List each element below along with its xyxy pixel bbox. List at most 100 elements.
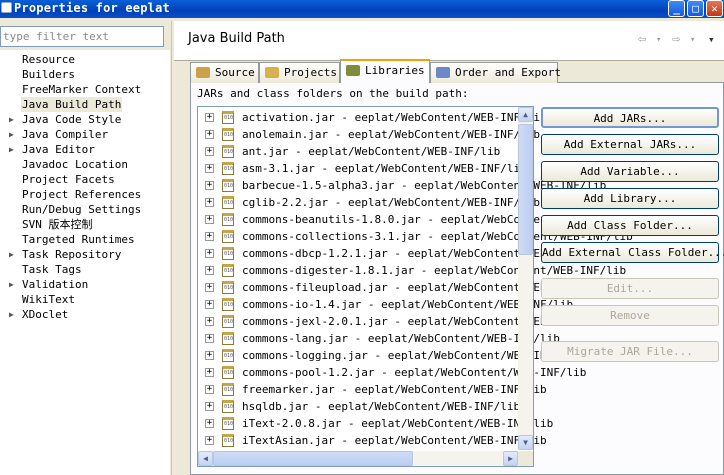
expand-arrow-icon[interactable]: ▶ [9,251,16,259]
jar-list-item[interactable]: +010 commons-lang.jar - eeplat/WebContent… [198,330,560,347]
jar-list-item[interactable]: +010 hsqldb.jar - eeplat/WebContent/WEB-I… [198,398,520,415]
jar-list-item[interactable]: +010 freemarker.jar - eeplat/WebContent/W… [198,381,547,398]
jar-list-item[interactable]: +010 commons-io-1.4.jar - eeplat/WebConte… [198,296,573,313]
jar-path-label: commons-lang.jar - eeplat/WebContent/WEB… [242,332,560,345]
jar-list-item[interactable]: +010 commons-dbcp-1.2.1.jar - eeplat/WebC… [198,245,600,262]
jar-icon: 010 [222,417,234,430]
forward-arrow-icon[interactable]: ⇨ [672,31,680,47]
expand-plus-icon[interactable]: + [205,436,214,445]
expand-plus-icon[interactable]: + [205,385,214,394]
tree-item-label: FreeMarker Context [22,83,142,96]
add-external-jars-button[interactable]: Add External JARs... [541,134,719,155]
jar-list-item[interactable]: +010 iTextAsian.jar - eeplat/WebContent/W… [198,432,547,449]
expand-plus-icon[interactable]: + [205,300,214,309]
filter-input[interactable]: type filter text [0,26,164,47]
jar-list-item[interactable]: +010 anolemain.jar - eeplat/WebContent/WE… [198,126,540,143]
jar-icon: 010 [222,247,234,260]
expand-plus-icon[interactable]: + [205,317,214,326]
tree-item-label: Java Build Path [21,97,123,112]
tab-projects[interactable]: Projects [259,62,340,83]
jar-path-label: commons-pool-1.2.jar - eeplat/WebContent… [242,366,587,379]
tab-libraries[interactable]: Libraries [340,59,430,83]
horizontal-scroll-thumb[interactable] [213,451,413,466]
expand-plus-icon[interactable]: + [205,368,214,377]
expand-plus-icon[interactable]: + [205,215,214,224]
add-variable-button[interactable]: Add Variable... [541,161,719,182]
maximize-icon[interactable]: □ [687,0,704,17]
tab-source[interactable]: Source [190,62,259,83]
tree-item-label: Javadoc Location [22,158,128,171]
jar-icon: 010 [222,179,234,192]
tree-item-label: Java Editor [22,143,95,156]
jar-icon: 010 [222,111,234,124]
libraries-label: JARs and class folders on the build path… [197,87,469,100]
expand-plus-icon[interactable]: + [205,113,214,122]
jar-list-item[interactable]: +010 commons-beanutils-1.8.0.jar - eeplat… [198,211,633,228]
order-export-icon [436,67,450,78]
jar-list-item[interactable]: +010 commons-digester-1.8.1.jar - eeplat/… [198,262,626,279]
tree-item-label: XDoclet [22,308,69,321]
expand-arrow-icon[interactable]: ▶ [9,116,16,124]
scroll-left-icon[interactable]: ◀ [198,451,213,466]
expand-plus-icon[interactable]: + [205,130,214,139]
expand-arrow-icon[interactable]: ▶ [9,311,16,319]
jar-list-item[interactable]: +010 commons-pool-1.2.jar - eeplat/WebCon… [198,364,586,381]
jar-list-item[interactable]: +010 activation.jar - eeplat/WebContent/W… [198,109,547,126]
expand-plus-icon[interactable]: + [205,198,214,207]
tab-label: Libraries [365,64,425,77]
jar-path-label: asm-3.1.jar - eeplat/WebContent/WEB-INF/… [242,162,527,175]
jar-list-item[interactable]: +010 commons-jexl-2.0.1.jar - eeplat/WebC… [198,313,600,330]
expand-plus-icon[interactable]: + [205,266,214,275]
source-folder-icon [196,67,210,78]
jar-icon: 010 [222,196,234,209]
forward-dropdown-icon[interactable]: ▾ [690,35,695,45]
jar-icon: 010 [222,349,234,362]
jar-list-item[interactable]: +010 asm-3.1.jar - eeplat/WebContent/WEB-… [198,160,527,177]
minimize-icon[interactable]: _ [668,0,685,17]
add-class-folder-button[interactable]: Add Class Folder... [541,215,719,236]
jar-list-item[interactable]: +010 iText-2.0.8.jar - eeplat/WebContent/… [198,415,553,432]
add-library-button[interactable]: Add Library... [541,188,719,209]
vertical-scroll-thumb[interactable] [518,124,533,255]
expand-plus-icon[interactable]: + [205,402,214,411]
close-icon[interactable]: ✕ [706,0,723,17]
expand-plus-icon[interactable]: + [205,283,214,292]
expand-arrow-icon[interactable]: ▶ [9,131,16,139]
expand-plus-icon[interactable]: + [205,419,214,428]
edit-button[interactable]: Edit... [541,278,719,299]
jar-list-item[interactable]: +010 cglib-2.2.jar - eeplat/WebContent/WE… [198,194,540,211]
expand-plus-icon[interactable]: + [205,164,214,173]
properties-tree: Resource Builders FreeMarker Context Java B… [0,50,170,475]
expand-plus-icon[interactable]: + [205,232,214,241]
jar-icon: 010 [222,298,234,311]
back-arrow-icon[interactable]: ⇦ [638,31,646,47]
migrate-jar-file-button[interactable]: Migrate JAR File... [541,341,719,362]
jar-list[interactable]: +010 activation.jar - eeplat/WebContent/W… [197,106,633,467]
expand-plus-icon[interactable]: + [205,334,214,343]
jar-list-item[interactable]: +010 ant.jar - eeplat/WebContent/WEB-INF/… [198,143,518,160]
jar-list-item[interactable]: +010 commons-fileupload.jar - eeplat/WebC… [198,279,600,296]
jar-list-item[interactable]: +010 commons-logging.jar - eeplat/WebCont… [198,347,580,364]
scroll-down-icon[interactable]: ▼ [518,435,533,450]
expand-arrow-icon[interactable]: ▶ [9,281,16,289]
expand-plus-icon[interactable]: + [205,351,214,360]
expand-plus-icon[interactable]: + [205,181,214,190]
jar-icon: 010 [222,315,234,328]
jar-list-item[interactable]: +010 commons-collections-3.1.jar - eeplat… [198,228,633,245]
projects-icon [265,67,279,78]
back-dropdown-icon[interactable]: ▾ [656,35,661,45]
jar-icon: 010 [222,366,234,379]
scroll-right-icon[interactable]: ▶ [503,451,518,466]
jar-list-item[interactable]: +010 barbecue-1.5-alpha3.jar - eeplat/Web… [198,177,606,194]
remove-button[interactable]: Remove [541,305,719,326]
jar-path-label: iText-2.0.8.jar - eeplat/WebContent/WEB-… [242,417,554,430]
jar-icon: 010 [222,434,234,447]
expand-plus-icon[interactable]: + [205,147,214,156]
expand-plus-icon[interactable]: + [205,249,214,258]
view-menu-icon[interactable]: ▾ [708,33,715,46]
tab-order-and-export[interactable]: Order and Export [430,62,561,83]
expand-arrow-icon[interactable]: ▶ [9,146,16,154]
add-jars-button[interactable]: Add JARs... [541,107,719,128]
scroll-up-icon[interactable]: ▲ [518,107,533,122]
add-external-class-folder-button[interactable]: Add External Class Folder... [541,242,724,263]
